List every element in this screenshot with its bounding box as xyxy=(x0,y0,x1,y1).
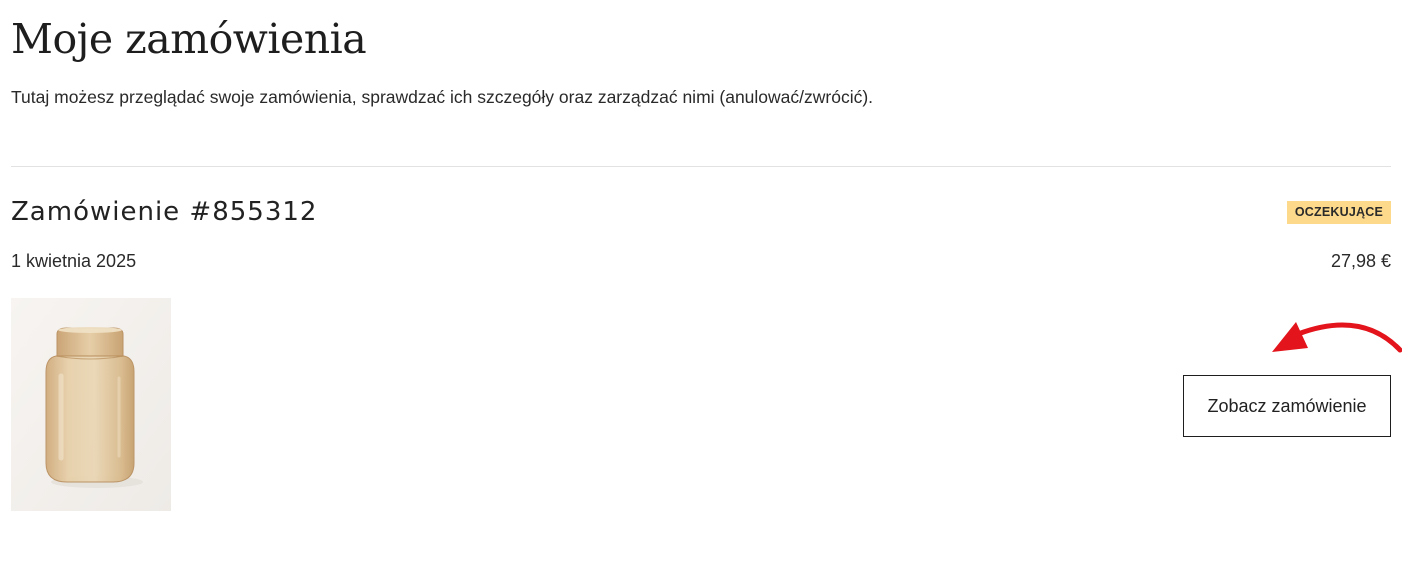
product-thumbnail[interactable] xyxy=(11,298,171,511)
page-subtitle: Tutaj możesz przeglądać swoje zamówienia… xyxy=(11,87,874,107)
order-date: 1 kwietnia 2025 xyxy=(11,251,137,271)
divider xyxy=(11,166,1391,167)
red-curved-arrow-icon xyxy=(1272,322,1402,353)
vase-image xyxy=(11,298,171,511)
order-total: 27,98 € xyxy=(1330,251,1391,271)
view-order-button[interactable]: Zobacz zamówienie xyxy=(1183,375,1391,437)
order-title: Zamówienie #855312 xyxy=(11,197,318,227)
status-badge: OCZEKUJĄCE xyxy=(1286,201,1391,224)
page-title: Moje zamówienia xyxy=(11,15,367,63)
